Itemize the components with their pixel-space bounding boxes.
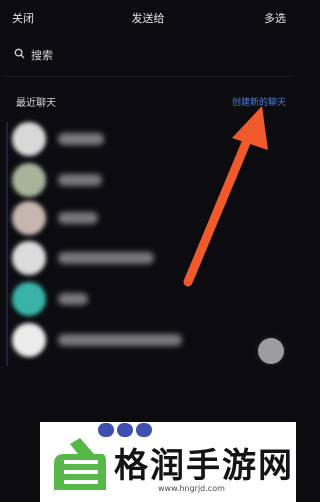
- close-button[interactable]: 关闭: [12, 10, 34, 26]
- watermark-text: 格润手游网: [114, 446, 294, 486]
- watermark-logo-icon: [54, 438, 106, 490]
- multi-select-button[interactable]: 多选: [264, 10, 286, 26]
- watermark-url: www.hngrjd.com: [158, 484, 225, 493]
- watermark: 格润手游网 www.hngrjd.com: [40, 422, 296, 502]
